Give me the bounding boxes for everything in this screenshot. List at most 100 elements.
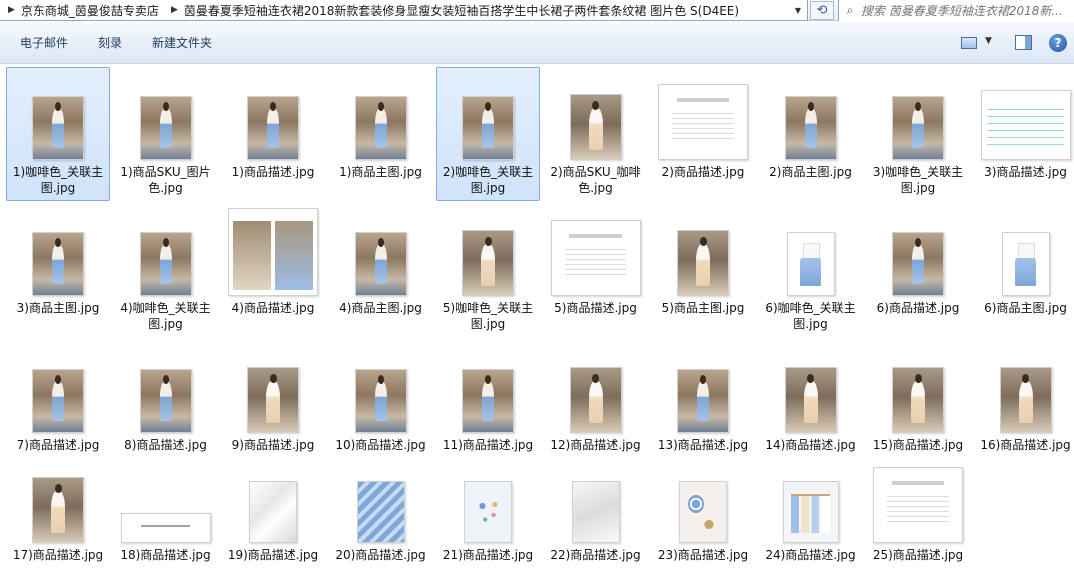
- thumbnail-area: [222, 461, 324, 547]
- breadcrumb-store[interactable]: 京东商城_茵曼俊喆专卖店: [21, 2, 163, 19]
- file-name-label: 5)商品描述.jpg: [554, 301, 637, 315]
- file-name-label: 9)商品描述.jpg: [231, 438, 315, 452]
- search-box[interactable]: ⌕: [838, 0, 1074, 21]
- file-item[interactable]: 11)商品描述.jpg: [436, 340, 540, 474]
- thumbnail-image: [247, 367, 299, 433]
- file-item[interactable]: 8)商品描述.jpg: [114, 340, 218, 474]
- file-item[interactable]: 16)商品描述.jpg: [974, 340, 1074, 474]
- file-item[interactable]: 13)商品描述.jpg: [651, 340, 755, 474]
- file-item[interactable]: 1)商品SKU_图片色.jpg: [114, 67, 218, 201]
- file-item[interactable]: 3)咖啡色_关联主图.jpg: [866, 67, 970, 201]
- thumbnail-area: [115, 461, 217, 547]
- file-item[interactable]: 20)商品描述.jpg: [329, 460, 433, 574]
- file-item[interactable]: 21)商品描述.jpg: [436, 460, 540, 574]
- thumbnail-area: [760, 341, 862, 437]
- view-dropdown-icon[interactable]: ▼: [985, 36, 992, 46]
- view-options-icon[interactable]: [961, 37, 977, 49]
- thumbnail-image: [892, 367, 944, 433]
- file-item[interactable]: 4)咖啡色_关联主图.jpg: [114, 203, 218, 337]
- file-item[interactable]: 17)商品描述.jpg: [6, 460, 110, 574]
- thumbnail-image: [784, 367, 837, 433]
- thumbnail-image: [786, 232, 835, 296]
- file-name-label: 6)商品描述.jpg: [876, 301, 960, 315]
- thumbnail-image: [1001, 232, 1050, 296]
- file-name-label: 4)商品主图.jpg: [339, 301, 422, 315]
- file-item[interactable]: 22)商品描述.jpg: [544, 460, 648, 574]
- refresh-button[interactable]: ⟲: [810, 1, 834, 20]
- file-item[interactable]: 18)商品描述.jpg: [114, 460, 218, 574]
- file-grid: 1)咖啡色_关联主图.jpg 1)商品SKU_图片色.jpg 1)商品描述.jpg 1…: [0, 64, 1074, 574]
- file-name-label: 4)咖啡色_关联主图.jpg: [120, 301, 211, 331]
- thumbnail-image: [464, 481, 512, 543]
- file-item[interactable]: 1)商品主图.jpg: [329, 67, 433, 201]
- file-item[interactable]: 5)咖啡色_关联主图.jpg: [436, 203, 540, 337]
- thumbnail-image: [32, 369, 84, 433]
- file-item[interactable]: 23)商品描述.jpg: [651, 460, 755, 574]
- file-item[interactable]: 6)咖啡色_关联主图.jpg: [759, 203, 863, 337]
- file-item[interactable]: 1)商品描述.jpg: [221, 67, 325, 201]
- address-bar[interactable]: ▶ 京东商城_茵曼俊喆专卖店 ▶ 茵曼春夏季短袖连衣裙2018新款套装修身显瘦女…: [0, 0, 808, 21]
- file-item[interactable]: 3)商品主图.jpg: [6, 203, 110, 337]
- thumbnail-area: [652, 461, 754, 547]
- thumbnail-image: [139, 232, 192, 296]
- thumbnail-area: [652, 68, 754, 164]
- address-dropdown-icon[interactable]: ▼: [791, 2, 805, 18]
- file-item[interactable]: 2)商品SKU_咖啡色.jpg: [544, 67, 648, 201]
- file-item[interactable]: 15)商品描述.jpg: [866, 340, 970, 474]
- thumbnail-image: [354, 369, 407, 433]
- thumbnail-image: [139, 369, 192, 433]
- file-item[interactable]: 6)商品描述.jpg: [866, 203, 970, 337]
- file-item[interactable]: 25)商品描述.jpg: [866, 460, 970, 574]
- search-input[interactable]: [861, 3, 1071, 18]
- file-name-label: 3)商品主图.jpg: [16, 301, 100, 315]
- file-item[interactable]: 6)商品主图.jpg: [974, 203, 1074, 337]
- file-item[interactable]: 12)商品描述.jpg: [544, 340, 648, 474]
- thumbnail-image: [569, 94, 622, 160]
- file-item[interactable]: 19)商品描述.jpg: [221, 460, 325, 574]
- thumbnail-image: [873, 467, 963, 543]
- file-item[interactable]: 5)商品描述.jpg: [544, 203, 648, 337]
- thumbnail-image: [679, 481, 727, 543]
- file-name-label: 15)商品描述.jpg: [872, 438, 964, 452]
- file-item[interactable]: 7)商品描述.jpg: [6, 340, 110, 474]
- thumbnail-area: [545, 461, 647, 547]
- thumbnail-image: [120, 513, 211, 543]
- preview-pane-icon[interactable]: [1015, 35, 1032, 50]
- file-name-label: 5)咖啡色_关联主图.jpg: [442, 301, 534, 331]
- thumbnail-area: [867, 204, 969, 300]
- file-item[interactable]: 4)商品主图.jpg: [329, 203, 433, 337]
- breadcrumb-arrow-icon[interactable]: ▶: [0, 5, 21, 15]
- file-name-label: 6)商品主图.jpg: [984, 301, 1067, 315]
- help-icon[interactable]: ?: [1049, 34, 1067, 52]
- thumbnail-image: [32, 96, 84, 160]
- file-item[interactable]: 14)商品描述.jpg: [759, 340, 863, 474]
- thumbnail-area: [975, 204, 1074, 300]
- breadcrumb-arrow-icon[interactable]: ▶: [163, 5, 184, 15]
- file-item[interactable]: 10)商品描述.jpg: [329, 340, 433, 474]
- thumbnail-area: [652, 341, 754, 437]
- file-name-label: 8)商品描述.jpg: [124, 438, 207, 452]
- file-item[interactable]: 2)商品主图.jpg: [759, 67, 863, 201]
- file-item[interactable]: 2)商品描述.jpg: [651, 67, 755, 201]
- file-item[interactable]: 5)商品主图.jpg: [651, 203, 755, 337]
- file-name-label: 3)商品描述.jpg: [984, 165, 1067, 179]
- file-item[interactable]: 3)商品描述.jpg: [974, 67, 1074, 201]
- file-item[interactable]: 1)咖啡色_关联主图.jpg: [6, 67, 110, 201]
- new-folder-button[interactable]: 新建文件夹: [146, 32, 218, 54]
- file-name-label: 18)商品描述.jpg: [120, 548, 211, 562]
- file-item[interactable]: 2)咖啡色_关联主图.jpg: [436, 67, 540, 201]
- thumbnail-area: [330, 341, 432, 437]
- thumbnail-area: [115, 68, 217, 164]
- email-button[interactable]: 电子邮件: [14, 32, 74, 54]
- file-item[interactable]: 9)商品描述.jpg: [221, 340, 325, 474]
- thumbnail-image: [356, 481, 405, 543]
- file-item[interactable]: 24)商品描述.jpg: [759, 460, 863, 574]
- burn-button[interactable]: 刻录: [92, 32, 128, 54]
- thumbnail-image: [782, 481, 839, 543]
- file-name-label: 1)商品描述.jpg: [231, 165, 315, 179]
- file-item[interactable]: 4)商品描述.jpg: [221, 203, 325, 337]
- file-name-label: 23)商品描述.jpg: [657, 548, 749, 562]
- breadcrumb-folder[interactable]: 茵曼春夏季短袖连衣裙2018新款套装修身显瘦女装短袖百搭学生中长裙子两件套条纹裙…: [184, 2, 743, 19]
- thumbnail-image: [32, 477, 84, 543]
- thumbnail-area: [7, 341, 109, 437]
